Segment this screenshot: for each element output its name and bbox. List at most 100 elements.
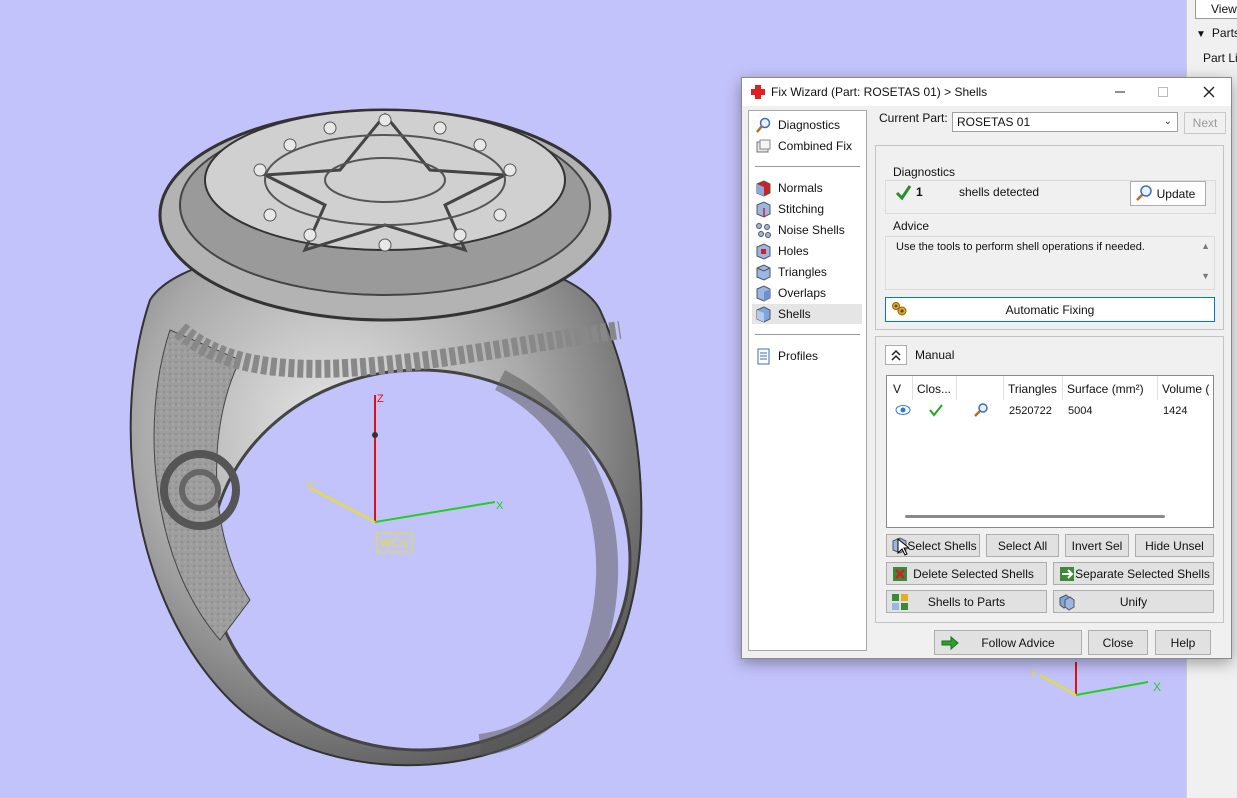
nav-item-triangles[interactable]: Triangles [752,262,862,282]
separate-shells-icon [1060,567,1074,581]
mini-y-axis-label: Y [1030,668,1038,680]
select-all-button[interactable]: Select All [986,534,1059,557]
magnifier-icon [1136,185,1152,201]
overlaps-icon [755,284,772,302]
nav-item-holes[interactable]: Holes [752,241,862,261]
delete-selected-shells-button[interactable]: Delete Selected Shells [886,562,1047,585]
view-tab[interactable]: View [1195,0,1237,19]
nav-separator [755,334,860,335]
double-chevron-up-icon [891,349,901,361]
nav-item-profiles[interactable]: Profiles [752,346,862,366]
follow-advice-button[interactable]: Follow Advice [934,630,1082,655]
nav-item-noise-shells[interactable]: Noise Shells [752,220,862,240]
hide-unsel-button[interactable]: Hide Unsel [1135,534,1214,557]
nav-item-label: Noise Shells [778,223,845,237]
nav-item-label: Diagnostics [778,118,841,132]
wcs-label: WCS [380,536,408,550]
stitching-icon [755,200,772,218]
current-part-label: Current Part: [879,111,948,125]
select-shells-label: Select Shells [907,538,977,553]
x-axis-label: X [496,500,504,512]
delete-shell-icon [893,567,907,581]
automatic-fixing-button[interactable]: Automatic Fixing [885,297,1215,322]
combined-fix-icon [755,138,772,155]
shell-count: 1 [916,185,923,199]
dialog-title: Fix Wizard (Part: ROSETAS 01) > Shells [771,85,988,99]
profiles-icon [755,348,772,365]
scroll-down-icon[interactable]: ▼ [1201,271,1210,281]
shells-to-parts-button[interactable]: Shells to Parts [886,590,1047,613]
cell-surface: 5004 [1068,405,1093,417]
column-header-closed[interactable]: Clos... [913,376,957,400]
green-arrow-icon [941,635,959,651]
unify-label: Unify [1119,594,1148,609]
unify-icon [1059,594,1075,611]
advice-label: Advice [893,219,930,233]
triangles-icon [755,263,772,281]
nav-item-diagnostics[interactable]: Diagnostics [752,115,862,135]
minimize-icon [1115,91,1125,93]
nav-item-label: Holes [778,244,809,258]
column-header-blank[interactable] [957,376,1004,400]
nav-item-shells[interactable]: Shells [752,304,862,324]
nav-item-normals[interactable]: Normals [752,178,862,198]
nav-item-label: Triangles [778,265,827,279]
advice-text: Use the tools to perform shell operation… [896,241,1145,253]
nav-item-stitching[interactable]: Stitching [752,199,862,219]
close-window-button[interactable] [1194,81,1224,103]
holes-icon [755,242,772,260]
collapse-triangle-icon[interactable]: ▼ [1196,29,1206,40]
column-header-triangles[interactable]: Triangles [1004,376,1063,400]
update-button[interactable]: Update [1130,181,1206,206]
collapse-manual-button[interactable] [885,345,907,365]
help-button[interactable]: Help [1155,630,1211,655]
nav-item-overlaps[interactable]: Overlaps [752,283,862,303]
column-header-volume[interactable]: Volume ( [1158,376,1213,400]
separate-selected-shells-button[interactable]: Separate Selected Shells [1053,562,1214,585]
nav-item-combined-fix[interactable]: Combined Fix [752,136,862,156]
parts-header-label: Parts [1211,26,1237,40]
part-list-label: Part List [1203,51,1237,65]
red-cross-icon [751,85,765,99]
chevron-down-icon: ⌄ [1163,116,1172,127]
mouse-cursor-icon [897,538,909,556]
shells-to-parts-label: Shells to Parts [927,594,1006,609]
delete-selected-shells-label: Delete Selected Shells [913,566,1034,581]
current-part-value: ROSETAS 01 [957,115,1031,129]
horizontal-scrollbar[interactable] [905,515,1165,518]
nav-item-label: Overlaps [778,286,827,300]
close-icon [1203,86,1215,98]
shells-table[interactable]: V Clos... Triangles Surface (mm²) Volume… [886,375,1214,528]
fix-nav-list: Diagnostics Combined Fix Normals Stitchi… [748,110,867,651]
minimize-button[interactable] [1105,81,1135,103]
column-header-surface[interactable]: Surface (mm²) [1063,376,1158,400]
title-bar[interactable]: Fix Wizard (Part: ROSETAS 01) > Shells [742,78,1231,106]
parts-header[interactable]: ▼ Parts [1196,26,1237,40]
update-label: Update [1156,186,1196,201]
magnifier-icon[interactable] [973,402,989,418]
manual-label: Manual [915,348,955,362]
diagnostics-label: Diagnostics [893,165,956,179]
table-row[interactable]: 2520722 5004 1424 [887,400,1213,420]
close-button[interactable]: Close [1088,630,1148,655]
current-part-select[interactable]: ROSETAS 01 ⌄ [952,112,1178,132]
separate-selected-shells-label: Separate Selected Shells [1075,566,1210,581]
magnifier-icon [755,117,772,134]
unify-button[interactable]: Unify [1053,590,1214,613]
z-axis-label: Z [377,393,384,405]
scroll-up-icon[interactable]: ▲ [1201,241,1210,251]
cell-volume: 1424 [1163,405,1188,417]
next-button[interactable]: Next [1184,112,1226,134]
nav-item-label: Stitching [778,202,825,216]
column-header-visible[interactable]: V [887,376,913,400]
checkmark-icon [895,185,912,201]
normals-icon [755,179,772,197]
nav-separator [755,166,860,167]
invert-sel-button[interactable]: Invert Sel [1065,534,1129,557]
cell-triangles: 2520722 [1009,405,1052,417]
eye-icon[interactable] [895,404,911,416]
nav-item-label: Normals [778,181,823,195]
maximize-button[interactable] [1148,81,1178,103]
follow-advice-label: Follow Advice [981,635,1055,650]
nav-item-label: Shells [778,307,811,321]
